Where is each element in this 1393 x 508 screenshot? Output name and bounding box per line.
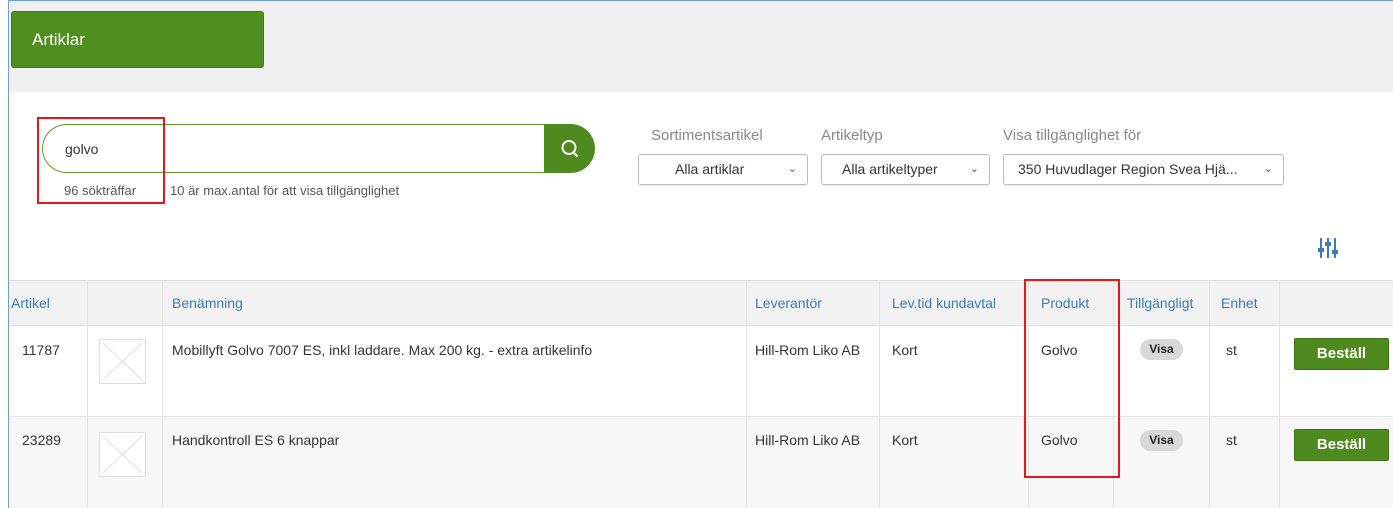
column-header-tillgangligt[interactable]: Tillgängligt (1127, 295, 1193, 311)
artikeltyp-select[interactable]: Alla artikeltyper ⌄ (821, 154, 990, 185)
search-icon (561, 139, 578, 157)
column-header-levtid[interactable]: Lev.tid kundavtal (892, 295, 996, 311)
cell-benamning[interactable]: Handkontroll ES 6 knappar (172, 432, 339, 448)
order-button[interactable]: Beställ (1294, 429, 1389, 461)
availability-button[interactable]: Visa (1140, 430, 1183, 451)
image-placeholder-icon (102, 435, 143, 474)
sortiment-select[interactable]: Alla artiklar ⌄ (638, 154, 808, 185)
product-thumbnail[interactable] (99, 432, 146, 477)
column-divider (879, 280, 880, 508)
cell-levtid: Kort (892, 342, 918, 358)
cell-enhet: st (1226, 342, 1237, 358)
search-button[interactable] (544, 124, 595, 173)
filter-label-sortiment: Sortimentsartikel (651, 127, 763, 144)
tab-artiklar[interactable]: Artiklar (11, 11, 264, 68)
filter-label-tillganglighet: Visa tillgänglighet för (1003, 127, 1142, 144)
column-divider (1209, 280, 1210, 508)
order-button[interactable]: Beställ (1294, 338, 1389, 370)
column-divider (746, 280, 747, 508)
column-settings-icon[interactable] (1317, 236, 1339, 260)
column-divider (1279, 280, 1280, 508)
cell-enhet: st (1226, 432, 1237, 448)
product-thumbnail[interactable] (99, 339, 146, 384)
sortiment-select-value: Alla artiklar (675, 161, 745, 177)
filter-label-artikeltyp: Artikeltyp (821, 127, 883, 144)
cell-levtid: Kort (892, 432, 918, 448)
cell-leverantor: Hill-Rom Liko AB (755, 432, 861, 448)
cell-artikel[interactable]: 11787 (22, 342, 60, 358)
column-header-leverantor[interactable]: Leverantör (755, 295, 822, 311)
highlight-box-search (37, 117, 165, 204)
chevron-down-icon: ⌄ (1263, 163, 1273, 175)
column-divider (162, 280, 163, 508)
chevron-down-icon: ⌄ (787, 163, 797, 175)
cell-artikel[interactable]: 23289 (22, 432, 61, 448)
tillganglighet-select[interactable]: 350 Huvudlager Region Svea Hjä... ⌄ (1003, 154, 1284, 185)
image-placeholder-icon (102, 342, 143, 381)
artikeltyp-select-value: Alla artikeltyper (842, 161, 938, 177)
cell-leverantor: Hill-Rom Liko AB (755, 342, 861, 358)
tillganglighet-select-value: 350 Huvudlager Region Svea Hjä... (1018, 161, 1238, 177)
column-divider (87, 280, 88, 508)
table-row (9, 326, 1393, 417)
cell-benamning[interactable]: Mobillyft Golvo 7007 ES, inkl laddare. M… (172, 342, 592, 358)
column-header-benamning[interactable]: Benämning (172, 295, 243, 311)
availability-note: 10 är max.antal för att visa tillgänglig… (170, 183, 400, 198)
table-row (9, 417, 1393, 508)
column-header-enhet[interactable]: Enhet (1221, 295, 1258, 311)
chevron-down-icon: ⌄ (969, 163, 979, 175)
highlight-box-produkt (1024, 279, 1120, 478)
column-header-artikel[interactable]: Artikel (11, 295, 50, 311)
availability-button[interactable]: Visa (1140, 339, 1183, 360)
